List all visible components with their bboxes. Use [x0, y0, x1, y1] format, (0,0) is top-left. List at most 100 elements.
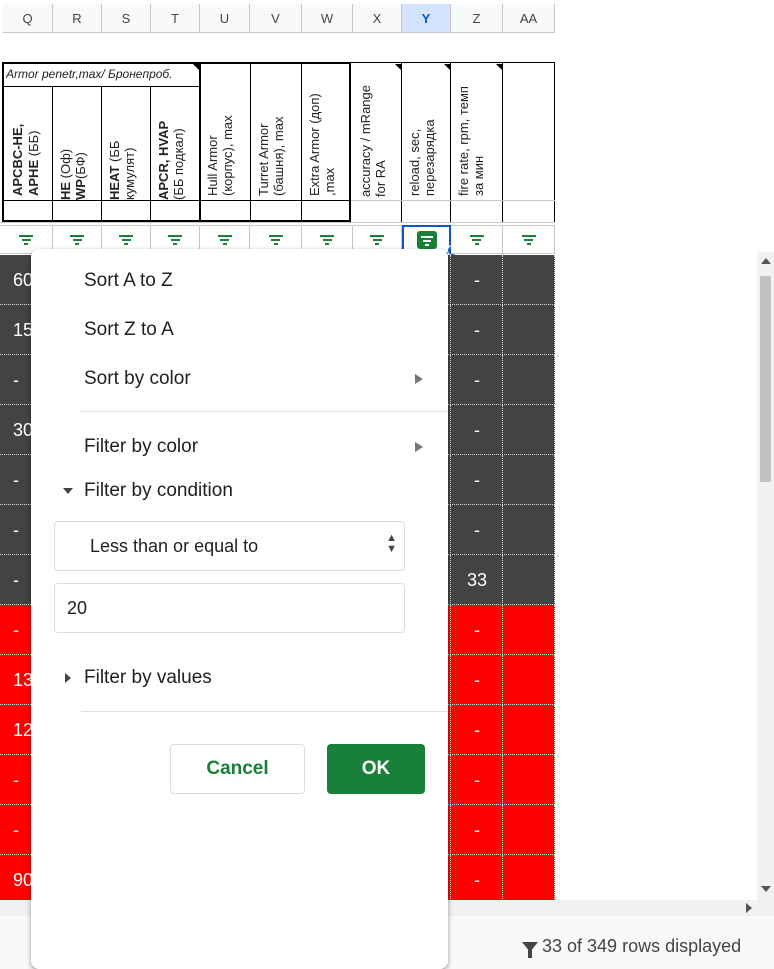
table-cell[interactable] — [503, 555, 555, 605]
table-cell[interactable] — [503, 255, 555, 305]
cancel-button[interactable]: Cancel — [170, 744, 305, 794]
cell-value-z: - — [474, 269, 480, 290]
column-header-q[interactable]: Q — [3, 4, 53, 33]
sort-a-to-z[interactable]: Sort A to Z — [84, 270, 173, 292]
armor-group-label: Armor penetr,max/ Бронепроб. — [6, 67, 173, 81]
header-r-wp-rest: (БФ) — [73, 152, 88, 180]
condition-select-value: Less than or equal to — [90, 535, 259, 556]
column-header-s[interactable]: S — [102, 4, 151, 33]
rows-displayed-indicator[interactable]: 33 of 349 rows displayed — [522, 936, 742, 958]
header-v: Turret Armor (башня), max — [256, 117, 286, 196]
cell-value-z: - — [474, 319, 480, 340]
scroll-right-arrow-icon[interactable] — [746, 903, 752, 913]
header-r-he-rest: (Оф) — [58, 148, 73, 182]
table-cell[interactable] — [503, 305, 555, 355]
scroll-up-arrow-icon[interactable] — [761, 258, 771, 264]
cell-value-q: - — [13, 569, 19, 590]
condition-value-input[interactable]: 20 — [54, 583, 405, 633]
column-header-v[interactable]: V — [250, 4, 302, 33]
header-w-line1: Extra Armor (доп) — [307, 93, 322, 196]
header-s-line2: кумулят) — [122, 147, 137, 200]
header-y: reload, sec, перезарядка — [407, 119, 437, 196]
cell-value-z: - — [474, 669, 480, 690]
table-cell[interactable] — [503, 855, 555, 905]
filter-icon — [168, 234, 182, 245]
header-y-line1: reload, sec, — [407, 128, 422, 196]
column-header-x[interactable]: X — [353, 4, 402, 33]
header-z-line1: fire rate, rpm, темп — [456, 86, 471, 196]
cell-value-z: - — [474, 619, 480, 640]
submenu-arrow-icon — [415, 442, 423, 452]
note-marker — [193, 64, 199, 70]
table-cell[interactable] — [503, 805, 555, 855]
filter-button-z[interactable] — [451, 225, 503, 254]
table-cell[interactable] — [503, 355, 555, 405]
header-r: HE (Оф) WP(БФ) — [58, 149, 88, 200]
header-s-heat-rest: (ББ — [107, 140, 122, 166]
expand-right-icon[interactable] — [65, 673, 71, 683]
filter-menu: Sort A to Z Sort Z to A Sort by color Fi… — [31, 249, 448, 969]
table-cell[interactable] — [503, 405, 555, 455]
column-header-u[interactable]: U — [200, 4, 250, 33]
filter-icon — [268, 234, 283, 245]
expand-down-icon[interactable] — [63, 488, 73, 494]
sort-z-to-a[interactable]: Sort Z to A — [84, 319, 174, 341]
cell-value-z: 33 — [466, 569, 488, 590]
header-s-heat: HEAT — [107, 165, 122, 200]
table-cell[interactable] — [503, 655, 555, 705]
filter-icon — [119, 234, 133, 245]
column-header-t[interactable]: T — [151, 4, 200, 33]
filter-by-condition[interactable]: Filter by condition — [84, 480, 233, 502]
scrollbar-thumb[interactable] — [760, 276, 771, 482]
filter-funnel-icon — [522, 941, 538, 958]
note-marker — [444, 64, 450, 70]
filter-icon — [70, 234, 84, 245]
filter-icon — [469, 234, 484, 245]
cell-value-z: - — [474, 819, 480, 840]
rows-displayed-text: 33 of 349 rows displayed — [542, 936, 742, 956]
table-cell[interactable] — [503, 455, 555, 505]
header-x-line2: for RA — [373, 160, 388, 197]
cell-value-q: - — [13, 769, 19, 790]
table-cell[interactable] — [503, 505, 555, 555]
table-cell[interactable] — [503, 755, 555, 805]
header-u-line1: Hull Armor — [205, 135, 220, 196]
table-cell[interactable] — [503, 605, 555, 655]
note-marker — [496, 64, 502, 70]
header-z: fire rate, rpm, темп за мин — [456, 86, 486, 196]
header-x-line1: accuracy / mRange — [358, 85, 373, 197]
column-header-z[interactable]: Z — [451, 4, 503, 33]
header-t: APCR, HVAP (ББ подкал) — [156, 121, 186, 200]
filter-by-values[interactable]: Filter by values — [84, 667, 212, 689]
ok-button[interactable]: OK — [327, 744, 425, 794]
column-header-w[interactable]: W — [302, 4, 353, 33]
filter-icon — [521, 234, 536, 245]
header-s: HEAT (ББ кумулят) — [107, 141, 137, 200]
cell-value-z: - — [474, 769, 480, 790]
header-q: APCBC-HE, APHE (ББ) — [10, 86, 42, 196]
header-r-wp: WP — [73, 179, 88, 200]
filter-icon — [19, 234, 33, 245]
column-header-r[interactable]: R — [53, 4, 102, 33]
condition-select[interactable]: Less than or equal to ▲ ▼ — [54, 521, 405, 571]
header-x: accuracy / mRange for RA — [358, 85, 388, 197]
column-header-aa[interactable]: AA — [503, 4, 555, 33]
sort-by-color[interactable]: Sort by color — [84, 368, 191, 390]
scroll-down-arrow-icon[interactable] — [761, 886, 771, 892]
filter-icon — [320, 234, 334, 245]
select-arrows-icon: ▲ ▼ — [386, 532, 397, 555]
filter-by-color[interactable]: Filter by color — [84, 436, 198, 458]
column-header-y[interactable]: Y — [402, 4, 451, 33]
table-cell[interactable] — [503, 705, 555, 755]
cell-value-q: - — [13, 469, 19, 490]
header-w-line2: ,max — [322, 167, 337, 196]
cell-value-z: - — [474, 519, 480, 540]
header-t-line1: APCR, HVAP — [156, 120, 171, 200]
active-filter-icon — [416, 230, 437, 249]
filter-icon — [370, 234, 384, 245]
header-y-line2: перезарядка — [422, 119, 437, 196]
cell-value-z: - — [474, 369, 480, 390]
filter-button-aa[interactable] — [503, 225, 555, 254]
vertical-scrollbar[interactable] — [757, 252, 774, 900]
filter-icon — [217, 234, 232, 245]
